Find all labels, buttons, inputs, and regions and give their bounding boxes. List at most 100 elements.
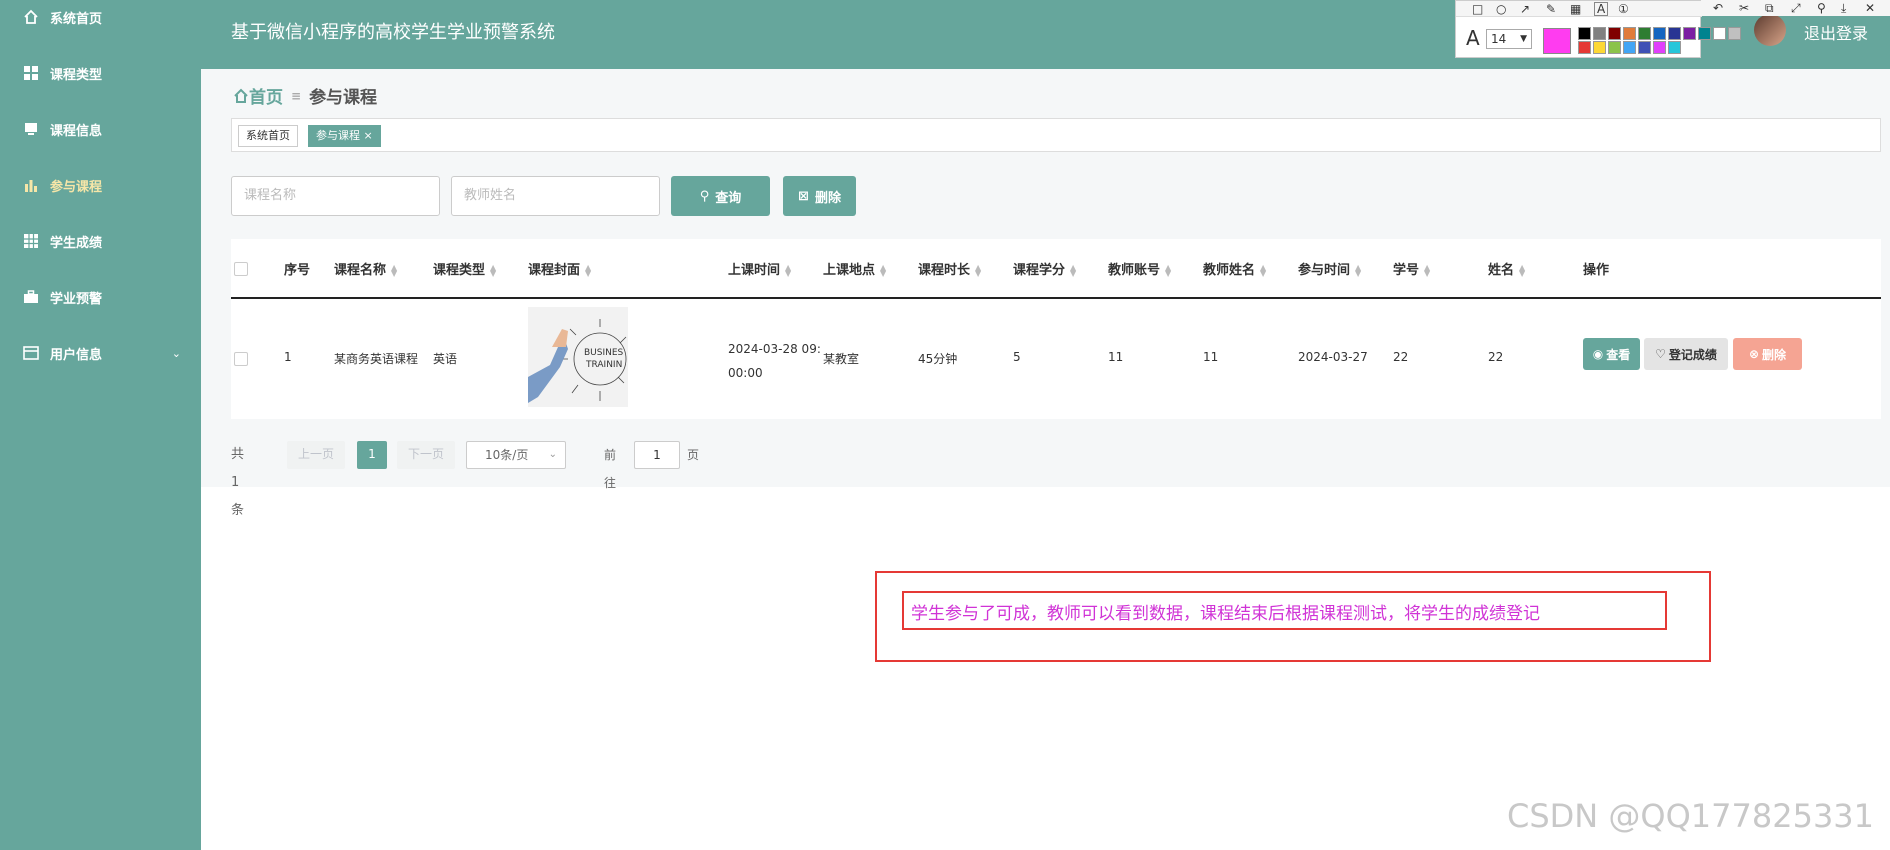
breadcrumb-home[interactable]: 首页 (233, 83, 283, 108)
th-place[interactable]: 上课地点 ▲ ▼ (823, 259, 886, 278)
annotation-toolbar: □ ○ ↗ ✎ ▦ A ① A 14 ▼ (1455, 0, 1741, 58)
avatar[interactable] (1754, 14, 1786, 46)
row-checkbox[interactable] (234, 352, 248, 366)
teacher-name-input[interactable]: 教师姓名 (451, 176, 660, 216)
th-name[interactable]: 姓名 ▲ ▼ (1488, 259, 1525, 278)
sort-icon[interactable]: ▲ ▼ (1519, 263, 1525, 277)
sidebar-item-student-grades[interactable]: 学生成绩 (0, 226, 201, 256)
font-size-select[interactable]: 14 ▼ (1486, 29, 1532, 49)
delete-icon: ⊠ (798, 188, 809, 204)
color-swatch[interactable] (1593, 41, 1606, 54)
tab-label: 参与课程 (316, 129, 360, 142)
row-delete-button[interactable]: ⊗ 删除 (1733, 338, 1802, 370)
sort-icon[interactable]: ▲ ▼ (585, 263, 591, 277)
number-tool-icon[interactable]: ① (1618, 2, 1629, 16)
expand-icon[interactable]: ⤢ (1791, 1, 1801, 16)
rectangle-tool-icon[interactable]: □ (1472, 2, 1483, 16)
sort-icon[interactable]: ▲ ▼ (1355, 263, 1361, 277)
view-label: 查看 (1606, 347, 1631, 362)
sort-icon[interactable]: ▲ ▼ (391, 263, 397, 277)
view-button[interactable]: ◉ 查看 (1583, 338, 1640, 370)
ellipse-tool-icon[interactable]: ○ (1496, 2, 1506, 16)
scissors-icon[interactable]: ✂ (1739, 1, 1749, 15)
color-swatch[interactable] (1638, 27, 1651, 40)
sort-icon[interactable]: ▲ ▼ (880, 263, 886, 277)
th-join-time[interactable]: 参与时间 ▲ ▼ (1298, 259, 1361, 278)
delete-button[interactable]: ⊠ 删除 (783, 176, 856, 216)
page-size-select[interactable]: 10条/页 ⌄ (466, 441, 566, 469)
sort-icon[interactable]: ▲ ▼ (490, 263, 496, 277)
color-swatch[interactable] (1623, 27, 1636, 40)
page-size-value: 10条/页 (485, 448, 529, 462)
th-course-type[interactable]: 课程类型 ▲ ▼ (433, 259, 496, 278)
th-course-name[interactable]: 课程名称 ▲ ▼ (334, 259, 397, 278)
sidebar-item-academic-warning[interactable]: 学业预警 (0, 282, 201, 312)
sidebar-item-course-types[interactable]: 课程类型 (0, 58, 201, 88)
th-credit[interactable]: 课程学分 ▲ ▼ (1013, 259, 1076, 278)
sort-icon[interactable]: ▲ ▼ (785, 263, 791, 277)
course-name-input[interactable]: 课程名称 (231, 176, 440, 216)
sidebar-item-course-info[interactable]: 课程信息 (0, 114, 201, 144)
color-swatch[interactable] (1608, 27, 1621, 40)
business-training-image: BUSINES TRAININ (528, 307, 628, 407)
color-swatch[interactable] (1728, 27, 1741, 40)
th-class-time[interactable]: 上课时间 ▲ ▼ (728, 259, 791, 278)
query-button[interactable]: ⚲ 查询 (671, 176, 770, 216)
sidebar-item-user-info[interactable]: 用户信息 ⌄ (0, 338, 201, 368)
sort-icon[interactable]: ▲ ▼ (1165, 263, 1171, 277)
th-teacher-name[interactable]: 教师姓名 ▲ ▼ (1203, 259, 1266, 278)
sort-icon[interactable]: ▲ ▼ (1424, 263, 1430, 277)
color-swatch[interactable] (1668, 41, 1681, 54)
th-cover[interactable]: 课程封面 ▲ ▼ (528, 259, 591, 278)
color-swatch[interactable] (1578, 27, 1591, 40)
color-swatch[interactable] (1653, 27, 1666, 40)
prev-page-button[interactable]: 上一页 (287, 441, 345, 469)
arrow-tool-icon[interactable]: ↗ (1520, 2, 1530, 16)
close-icon[interactable]: × (360, 129, 372, 142)
cell-duration: 45分钟 (918, 352, 958, 366)
page-number-current[interactable]: 1 (357, 441, 387, 469)
select-all-checkbox[interactable] (234, 262, 248, 276)
color-swatch[interactable] (1578, 41, 1591, 54)
color-swatch[interactable] (1713, 27, 1726, 40)
color-palette (1578, 27, 1742, 54)
sidebar-item-home[interactable]: 系统首页 (0, 2, 201, 32)
tab-joined-courses[interactable]: 参与课程 × (308, 125, 381, 147)
color-swatch[interactable] (1698, 27, 1711, 40)
sort-icon[interactable]: ▲ ▼ (1070, 263, 1076, 277)
color-swatch[interactable] (1623, 41, 1636, 54)
sort-icon[interactable]: ▲ ▼ (1260, 263, 1266, 277)
next-page-button[interactable]: 下一页 (397, 441, 455, 469)
th-student-no[interactable]: 学号 ▲ ▼ (1393, 259, 1430, 278)
text-tool-icon[interactable]: A (1594, 2, 1609, 16)
sidebar-item-label: 参与课程 (50, 179, 103, 195)
th-duration[interactable]: 课程时长 ▲ ▼ (918, 259, 981, 278)
pen-tool-icon[interactable]: ✎ (1546, 2, 1556, 16)
sort-icon[interactable]: ▲ ▼ (975, 263, 981, 277)
goto-page-input[interactable]: 1 (634, 441, 680, 469)
color-swatch[interactable] (1638, 41, 1651, 54)
download-icon[interactable]: ⤓ (1841, 1, 1846, 16)
th-label: 课程封面 (528, 263, 581, 278)
copy-icon[interactable]: ⧉ (1765, 1, 1774, 16)
color-swatch[interactable] (1683, 27, 1696, 40)
color-swatch[interactable] (1653, 41, 1666, 54)
cell-name: 22 (1488, 350, 1504, 364)
current-color-swatch[interactable] (1543, 28, 1571, 54)
breadcrumb-current: 参与课程 (309, 88, 378, 108)
sidebar-item-joined-courses[interactable]: 参与课程 (0, 170, 201, 200)
tab-home[interactable]: 系统首页 (238, 125, 298, 147)
course-cover-image[interactable]: BUSINES TRAININ (528, 307, 628, 407)
color-swatch[interactable] (1608, 41, 1621, 54)
logout-button[interactable]: 退出登录 (1804, 20, 1868, 44)
record-grade-button[interactable]: ♡ 登记成绩 (1644, 338, 1728, 370)
undo-icon[interactable]: ↶ (1713, 1, 1723, 15)
th-teacher-account[interactable]: 教师账号 ▲ ▼ (1108, 259, 1171, 278)
color-swatch[interactable] (1593, 27, 1606, 40)
cell-credit: 5 (1013, 350, 1021, 364)
mosaic-tool-icon[interactable]: ▦ (1570, 2, 1581, 16)
pin-icon[interactable]: ⚲ (1817, 1, 1826, 15)
courses-table: 序号 课程名称 ▲ ▼ 课程类型 ▲ ▼ 课程封面 ▲ ▼ 上课时间 ▲ ▼ 上课地点 ▲ ▼ 课程… (231, 239, 1881, 419)
close-icon[interactable]: ✕ (1865, 1, 1875, 15)
color-swatch[interactable] (1668, 27, 1681, 40)
